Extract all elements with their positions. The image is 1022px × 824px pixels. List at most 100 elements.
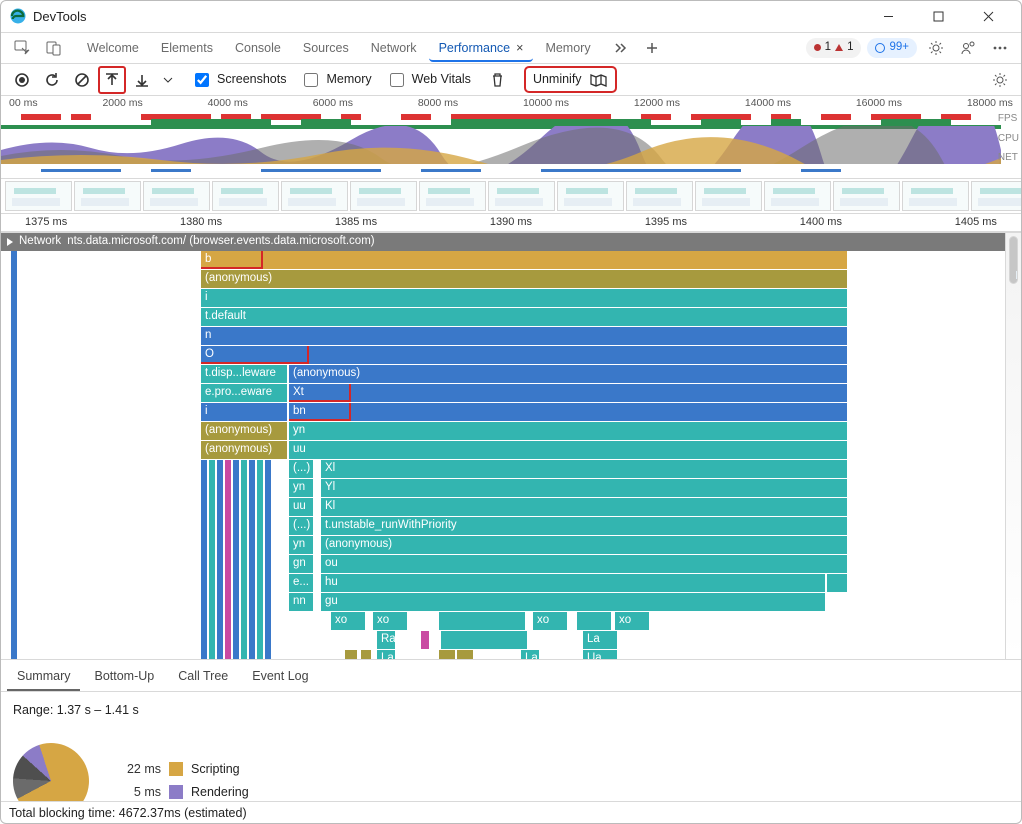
flame-bar[interactable]: (anonymous) <box>201 270 847 288</box>
flame-bar[interactable] <box>457 650 473 659</box>
tab-elements[interactable]: Elements <box>151 34 223 63</box>
flame-bar[interactable] <box>439 612 525 630</box>
flame-bar[interactable]: (anonymous) <box>201 441 287 459</box>
settings-button[interactable] <box>923 35 949 61</box>
more-tabs-button[interactable] <box>607 35 633 61</box>
unminify-button[interactable]: Unminify <box>525 67 616 92</box>
flame-bar[interactable]: yn <box>289 536 313 554</box>
flame-bar[interactable]: gu <box>321 593 825 611</box>
network-lane-header[interactable]: Network nts.data.microsoft.com/ (browser… <box>1 233 1005 251</box>
flame-bar[interactable]: gn <box>289 555 313 573</box>
more-options-button[interactable] <box>987 35 1013 61</box>
garbage-collect-button[interactable] <box>485 67 511 93</box>
flame-bar[interactable]: b <box>201 251 847 269</box>
filmstrip-thumbnail[interactable] <box>212 181 279 211</box>
flame-bar[interactable] <box>577 612 611 630</box>
webvitals-checkbox[interactable]: Web Vitals <box>386 70 471 90</box>
filmstrip-thumbnail[interactable] <box>902 181 969 211</box>
flame-bar[interactable]: (anonymous) <box>201 422 287 440</box>
overview-pane[interactable]: 00 ms2000 ms4000 ms6000 ms8000 ms10000 m… <box>1 96 1021 233</box>
flame-bar[interactable]: xo <box>331 612 365 630</box>
flame-bar[interactable]: xo <box>615 612 649 630</box>
flame-bar[interactable]: t.default <box>201 308 847 326</box>
reload-record-button[interactable] <box>39 67 65 93</box>
filmstrip-thumbnail[interactable] <box>833 181 900 211</box>
flame-bar[interactable]: (...) <box>289 517 313 535</box>
flame-bar[interactable]: xo <box>533 612 567 630</box>
filmstrip-thumbnail[interactable] <box>764 181 831 211</box>
load-profile-button[interactable] <box>99 67 125 93</box>
flame-bar[interactable]: Ua <box>583 650 617 659</box>
filmstrip-thumbnail[interactable] <box>557 181 624 211</box>
record-button[interactable] <box>9 67 35 93</box>
flame-bar[interactable]: Kl <box>321 498 847 516</box>
filmstrip[interactable] <box>1 178 1021 214</box>
filmstrip-thumbnail[interactable] <box>281 181 348 211</box>
flame-bar[interactable]: i <box>201 403 287 421</box>
tab-console[interactable]: Console <box>225 34 291 63</box>
scrollbar-thumb[interactable] <box>1009 236 1018 284</box>
filmstrip-thumbnail[interactable] <box>5 181 72 211</box>
flame-bar[interactable] <box>361 650 371 659</box>
flame-bar[interactable]: La <box>583 631 617 649</box>
flame-bar[interactable]: t.disp...leware <box>201 365 287 383</box>
flame-bar[interactable] <box>345 650 357 659</box>
flame-bar[interactable]: xo <box>373 612 407 630</box>
flame-bar[interactable]: e.pro...eware <box>201 384 287 402</box>
subtab-call-tree[interactable]: Call Tree <box>168 662 238 691</box>
close-button[interactable] <box>967 2 1009 30</box>
flame-bar[interactable] <box>441 631 527 649</box>
flame-bar[interactable] <box>827 574 847 592</box>
capture-settings-button[interactable] <box>987 67 1013 93</box>
flame-bar[interactable]: nn <box>289 593 313 611</box>
flame-bar[interactable]: e... <box>289 574 313 592</box>
subtab-event-log[interactable]: Event Log <box>242 662 318 691</box>
flame-bar[interactable]: Yl <box>321 479 847 497</box>
flame-bar[interactable]: La <box>521 650 539 659</box>
tab-sources[interactable]: Sources <box>293 34 359 63</box>
minimize-button[interactable] <box>867 2 909 30</box>
tab-welcome[interactable]: Welcome <box>77 34 149 63</box>
flame-bar[interactable]: uu <box>289 441 847 459</box>
flame-chart[interactable]: b(anonymous)it.defaultnOt.disp...leware(… <box>1 251 1005 659</box>
flame-bar[interactable]: i <box>201 289 847 307</box>
filmstrip-thumbnail[interactable] <box>143 181 210 211</box>
flame-bar[interactable]: bn <box>289 403 847 421</box>
maximize-button[interactable] <box>917 2 959 30</box>
flame-bar[interactable]: yn <box>289 479 313 497</box>
flame-bar[interactable] <box>421 631 429 649</box>
memory-checkbox[interactable]: Memory <box>300 70 371 90</box>
flame-bar[interactable]: (...) <box>289 460 313 478</box>
flame-bar[interactable]: t.unstable_runWithPriority <box>321 517 847 535</box>
flame-bar[interactable]: ou <box>321 555 847 573</box>
filmstrip-thumbnail[interactable] <box>626 181 693 211</box>
tab-performance[interactable]: Performance× <box>429 34 534 63</box>
filmstrip-thumbnail[interactable] <box>488 181 555 211</box>
inspect-element-button[interactable] <box>9 35 35 61</box>
filmstrip-thumbnail[interactable] <box>74 181 141 211</box>
clear-button[interactable] <box>69 67 95 93</box>
device-emulation-button[interactable] <box>41 35 67 61</box>
subtab-summary[interactable]: Summary <box>7 662 80 691</box>
history-dropdown-button[interactable] <box>159 67 177 93</box>
flame-bar[interactable]: yn <box>289 422 847 440</box>
tab-network[interactable]: Network <box>361 34 427 63</box>
flame-bar[interactable]: hu <box>321 574 825 592</box>
flame-bar[interactable]: Xt <box>289 384 847 402</box>
filmstrip-thumbnail[interactable] <box>419 181 486 211</box>
screenshots-checkbox[interactable]: Screenshots <box>191 70 286 90</box>
flame-bar[interactable]: Xl <box>321 460 847 478</box>
filmstrip-thumbnail[interactable] <box>971 181 1021 211</box>
flame-bar[interactable]: (anonymous) <box>289 365 847 383</box>
flame-bar[interactable]: uu <box>289 498 313 516</box>
flame-bar[interactable]: O <box>201 346 847 364</box>
flame-bar[interactable]: n <box>201 327 847 345</box>
flame-bar[interactable]: Ra <box>377 631 395 649</box>
messages-chip[interactable]: 99+ <box>867 38 917 58</box>
filmstrip-thumbnail[interactable] <box>350 181 417 211</box>
feedback-button[interactable] <box>955 35 981 61</box>
vertical-scrollbar[interactable] <box>1005 233 1021 659</box>
save-profile-button[interactable] <box>129 67 155 93</box>
flame-bar[interactable]: La <box>377 650 395 659</box>
filmstrip-thumbnail[interactable] <box>695 181 762 211</box>
